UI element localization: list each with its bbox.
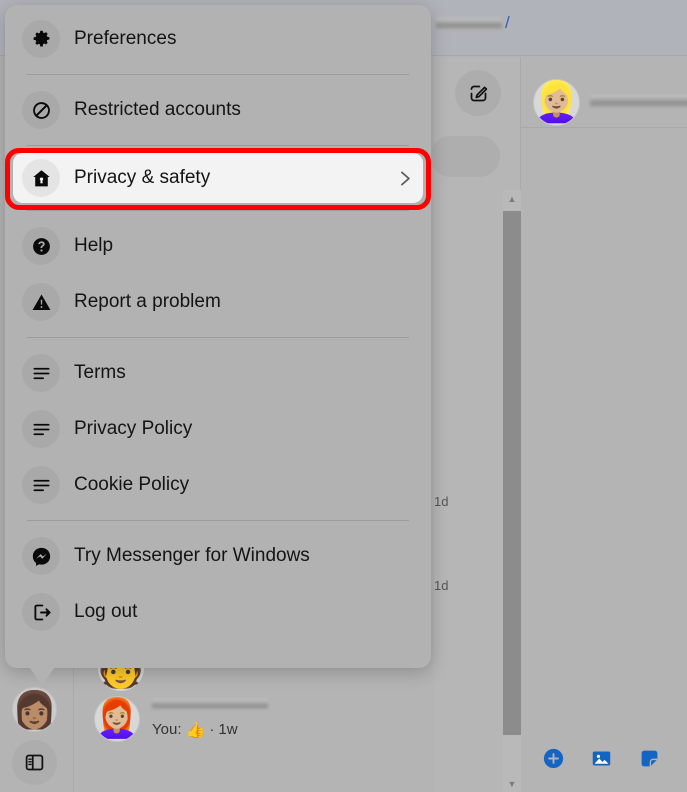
- add-plus-icon: [543, 748, 563, 768]
- list-item-preview: You: 👍 · 1w: [152, 720, 268, 740]
- compose-icon: [470, 85, 487, 101]
- messenger-icon: [22, 537, 60, 575]
- menu-item-label: Report a problem: [74, 291, 221, 312]
- menu-item-label: Cookie Policy: [74, 474, 190, 495]
- logout-icon: [22, 593, 60, 631]
- list-item-timestamp: 1d: [434, 494, 449, 509]
- menu-item-help[interactable]: Help: [5, 218, 431, 274]
- menu-item-log-out[interactable]: Log out: [5, 584, 431, 640]
- list-item[interactable]: 👱🏼‍♀️: [533, 70, 687, 134]
- menu-divider: [27, 145, 409, 146]
- settings-menu: Preferences Restricted accounts Privacy …: [5, 5, 431, 685]
- sticker-icon: [641, 750, 657, 766]
- menu-item-privacy-safety[interactable]: Privacy & safety: [13, 153, 423, 203]
- avatar: 👱🏼‍♀️: [533, 78, 580, 126]
- menu-divider: [27, 74, 409, 75]
- list-item-name-blurred: [590, 95, 687, 109]
- help-circle-icon: [22, 227, 60, 265]
- compose-button[interactable]: [455, 70, 501, 116]
- list-item[interactable]: 👩🏼‍🦰 You: 👍 · 1w: [94, 696, 268, 742]
- restricted-icon: [22, 91, 60, 129]
- sticker-button[interactable]: [636, 745, 662, 771]
- menu-item-cookie-policy[interactable]: Cookie Policy: [5, 457, 431, 513]
- menu-item-label: Privacy Policy: [74, 418, 193, 439]
- scrollbar-thumb[interactable]: [503, 211, 521, 735]
- document-lines-icon: [22, 354, 60, 392]
- scroll-down-arrow-icon[interactable]: ▼: [503, 775, 521, 792]
- preview-prefix: You:: [152, 721, 182, 738]
- search-input[interactable]: [430, 136, 500, 177]
- warning-triangle-icon: [22, 283, 60, 321]
- menu-item-terms[interactable]: Terms: [5, 345, 431, 401]
- avatar: 👩🏼‍🦰: [94, 696, 140, 742]
- menu-item-label: Log out: [74, 601, 138, 622]
- chevron-right-icon: [394, 168, 415, 189]
- privacy-home-icon: [22, 159, 60, 197]
- menu-divider: [27, 210, 409, 211]
- menu-item-label: Terms: [74, 362, 126, 383]
- menu-item-try-messenger-for-windows[interactable]: Try Messenger for Windows: [5, 528, 431, 584]
- list-item-name-blurred: [152, 698, 268, 711]
- add-plus-button[interactable]: [540, 745, 566, 771]
- chat-list-panel: [521, 57, 687, 792]
- menu-item-label: Preferences: [74, 28, 177, 49]
- menu-item-label: Help: [74, 235, 114, 256]
- message-composer-actions: G: [540, 745, 687, 771]
- panel-toggle-icon: [25, 754, 44, 771]
- menu-item-privacy-policy[interactable]: Privacy Policy: [5, 401, 431, 457]
- list-item-timestamp: 1w: [218, 721, 238, 738]
- breadcrumb-blurred-title: [436, 18, 502, 31]
- image-button[interactable]: [588, 745, 614, 771]
- menu-item-label: Restricted accounts: [74, 99, 241, 120]
- menu-item-privacy-safety-wrapper: Privacy & safety: [5, 148, 431, 210]
- breadcrumb-separator: /: [505, 13, 510, 32]
- thumbs-up-icon: 👍: [185, 721, 206, 739]
- preview-separator: ·: [209, 721, 215, 738]
- menu-divider: [27, 520, 409, 521]
- list-item-timestamp: 1d: [434, 578, 449, 593]
- menu-item-restricted-accounts[interactable]: Restricted accounts: [5, 82, 431, 138]
- gear-icon: [22, 20, 60, 58]
- scroll-up-arrow-icon[interactable]: ▲: [503, 190, 521, 207]
- image-icon: [592, 751, 610, 765]
- app-root: / 👱🏼‍♀️ 1d 1d 🧑 👩🏼‍🦰 You: 👍 · 1w: [0, 0, 687, 792]
- menu-item-label: Privacy & safety: [74, 167, 211, 188]
- breadcrumb: /: [436, 13, 510, 32]
- menu-item-report-a-problem[interactable]: Report a problem: [5, 274, 431, 330]
- profile-avatar[interactable]: 👩🏽: [12, 687, 57, 732]
- list-divider: [521, 127, 687, 128]
- menu-divider: [27, 337, 409, 338]
- menu-item-label: Try Messenger for Windows: [74, 545, 310, 566]
- chat-list-scrollbar[interactable]: ▲ ▼: [503, 190, 521, 792]
- document-lines-icon: [22, 410, 60, 448]
- panel-toggle-button[interactable]: [12, 740, 57, 785]
- menu-pointer-tail: [29, 667, 55, 685]
- menu-item-preferences[interactable]: Preferences: [5, 11, 431, 67]
- rail-divider: [73, 660, 74, 792]
- document-lines-icon: [22, 466, 60, 504]
